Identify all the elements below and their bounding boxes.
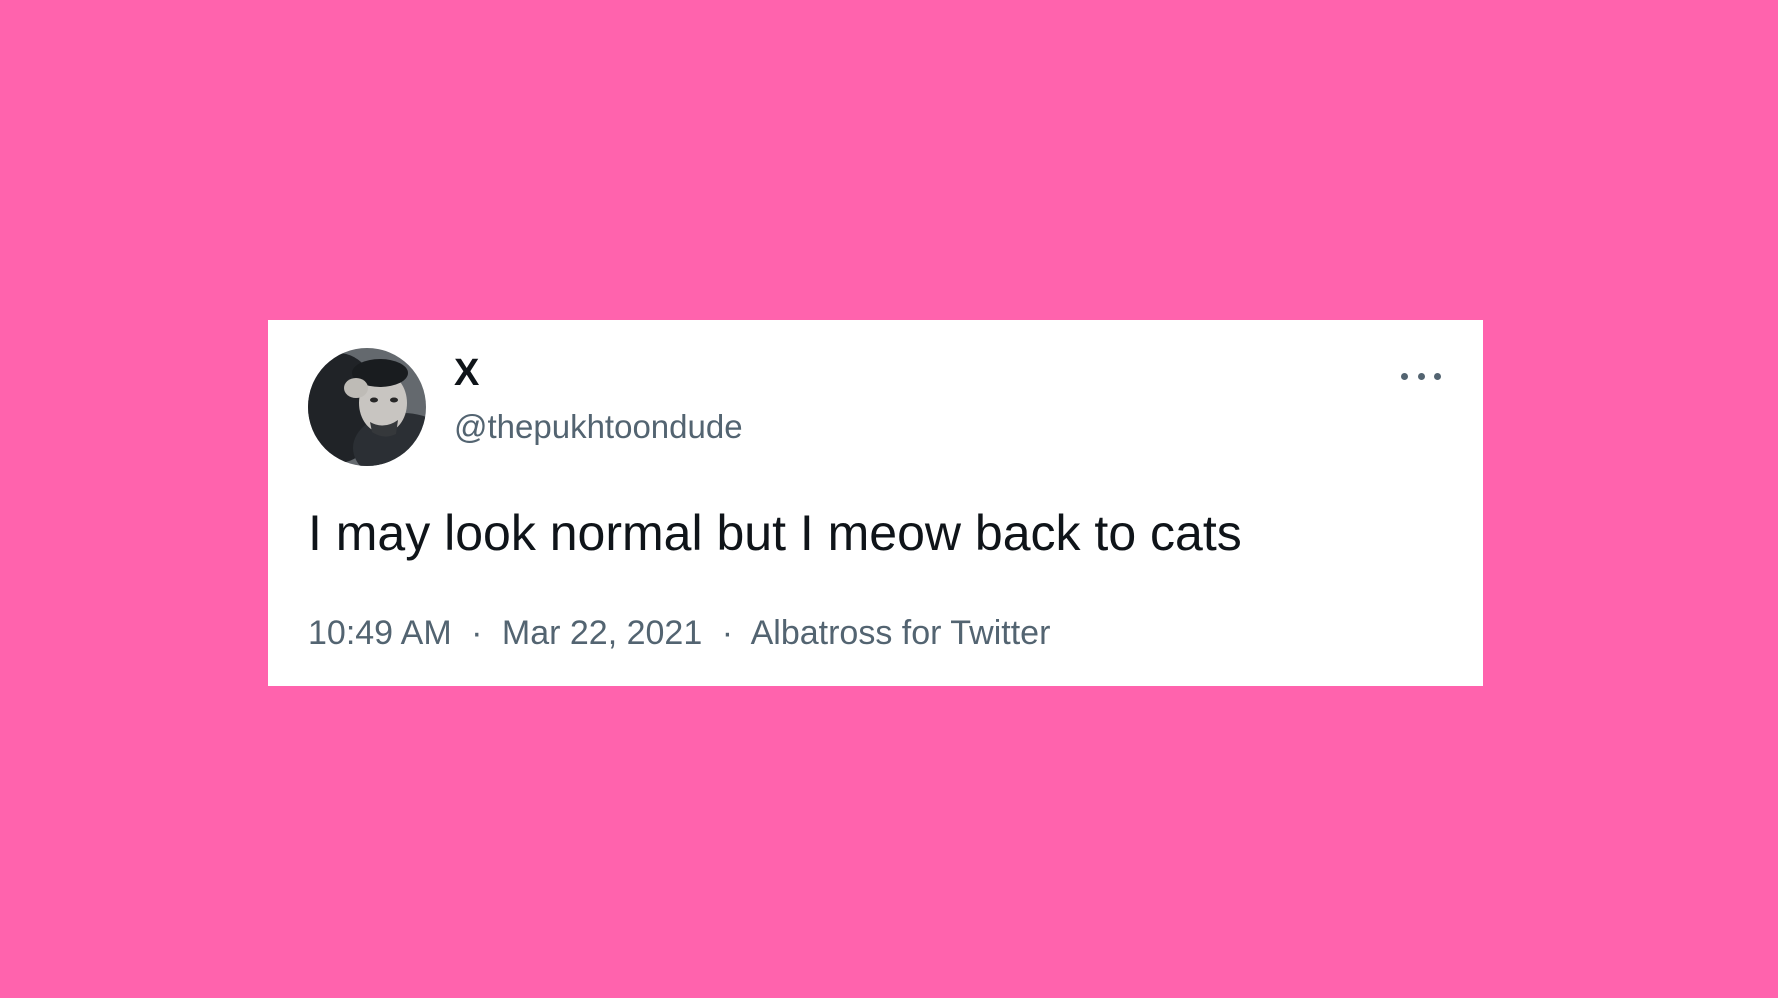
meta-separator: · (471, 614, 483, 652)
display-name[interactable]: X (454, 354, 479, 392)
user-handle[interactable]: @thepukhtoondude (454, 410, 743, 443)
meta-separator: · (721, 614, 734, 652)
tweet-date[interactable]: Mar 22, 2021 (502, 614, 702, 652)
avatar-photo (308, 348, 426, 466)
more-dot (1434, 372, 1441, 380)
tweet-source[interactable]: Albatross for Twitter (751, 614, 1051, 652)
more-dot (1417, 372, 1425, 380)
tweet-time[interactable]: 10:49 AM (308, 614, 452, 652)
tweet-card: X @thepukhtoondude I may look normal but… (268, 320, 1483, 686)
tweet-text: I may look normal but I meow back to cat… (308, 505, 1242, 561)
tweet-meta: 10:49 AM · Mar 22, 2021 · Albatross for … (308, 616, 1050, 650)
more-dot (1401, 372, 1408, 380)
more-horizontal-icon[interactable] (1401, 370, 1441, 382)
avatar[interactable] (308, 348, 426, 466)
